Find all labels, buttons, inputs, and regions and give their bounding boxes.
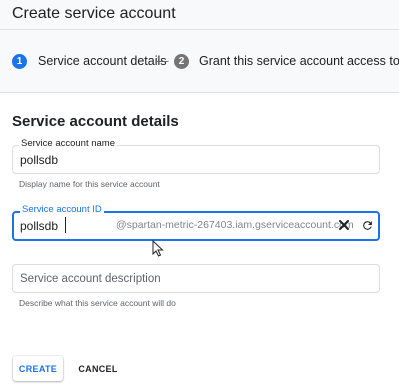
service-account-description-field[interactable]: Service account description (12, 264, 380, 293)
page-title: Create service account (12, 5, 176, 22)
service-account-id-suffix: @spartan-metric-267403.iam.gserviceaccou… (116, 219, 354, 231)
step-separator: — (156, 54, 169, 68)
stepper: 1 Service account details — 2 Grant this… (0, 30, 399, 93)
service-account-name-helper: Display name for this service account (19, 179, 160, 189)
page-header: Create service account (0, 0, 399, 30)
clear-icon[interactable] (335, 216, 353, 234)
step-1-badge[interactable]: 1 (12, 54, 27, 69)
service-account-name-value[interactable]: pollsdb (20, 153, 58, 167)
service-account-description-helper: Describe what this service account will … (19, 298, 176, 308)
service-account-id-field[interactable]: Service account ID pollsdb @spartan-metr… (12, 204, 380, 241)
refresh-icon[interactable] (358, 216, 376, 234)
section-title: Service account details (12, 113, 179, 130)
mouse-pointer-icon (152, 239, 164, 262)
service-account-id-label: Service account ID (20, 204, 104, 215)
service-account-id-value[interactable]: pollsdb (20, 219, 58, 233)
service-account-name-label: Service account name (19, 138, 117, 149)
text-caret (65, 217, 66, 233)
step-2-badge[interactable]: 2 (174, 54, 189, 69)
service-account-name-field[interactable]: Service account name pollsdb (12, 138, 380, 174)
create-button[interactable]: CREATE (13, 356, 63, 381)
step-1-label[interactable]: Service account details (38, 54, 167, 69)
cancel-button[interactable]: CANCEL (72, 356, 124, 381)
step-2-label[interactable]: Grant this service account access to the… (199, 54, 399, 69)
service-account-description-placeholder[interactable]: Service account description (20, 273, 161, 285)
